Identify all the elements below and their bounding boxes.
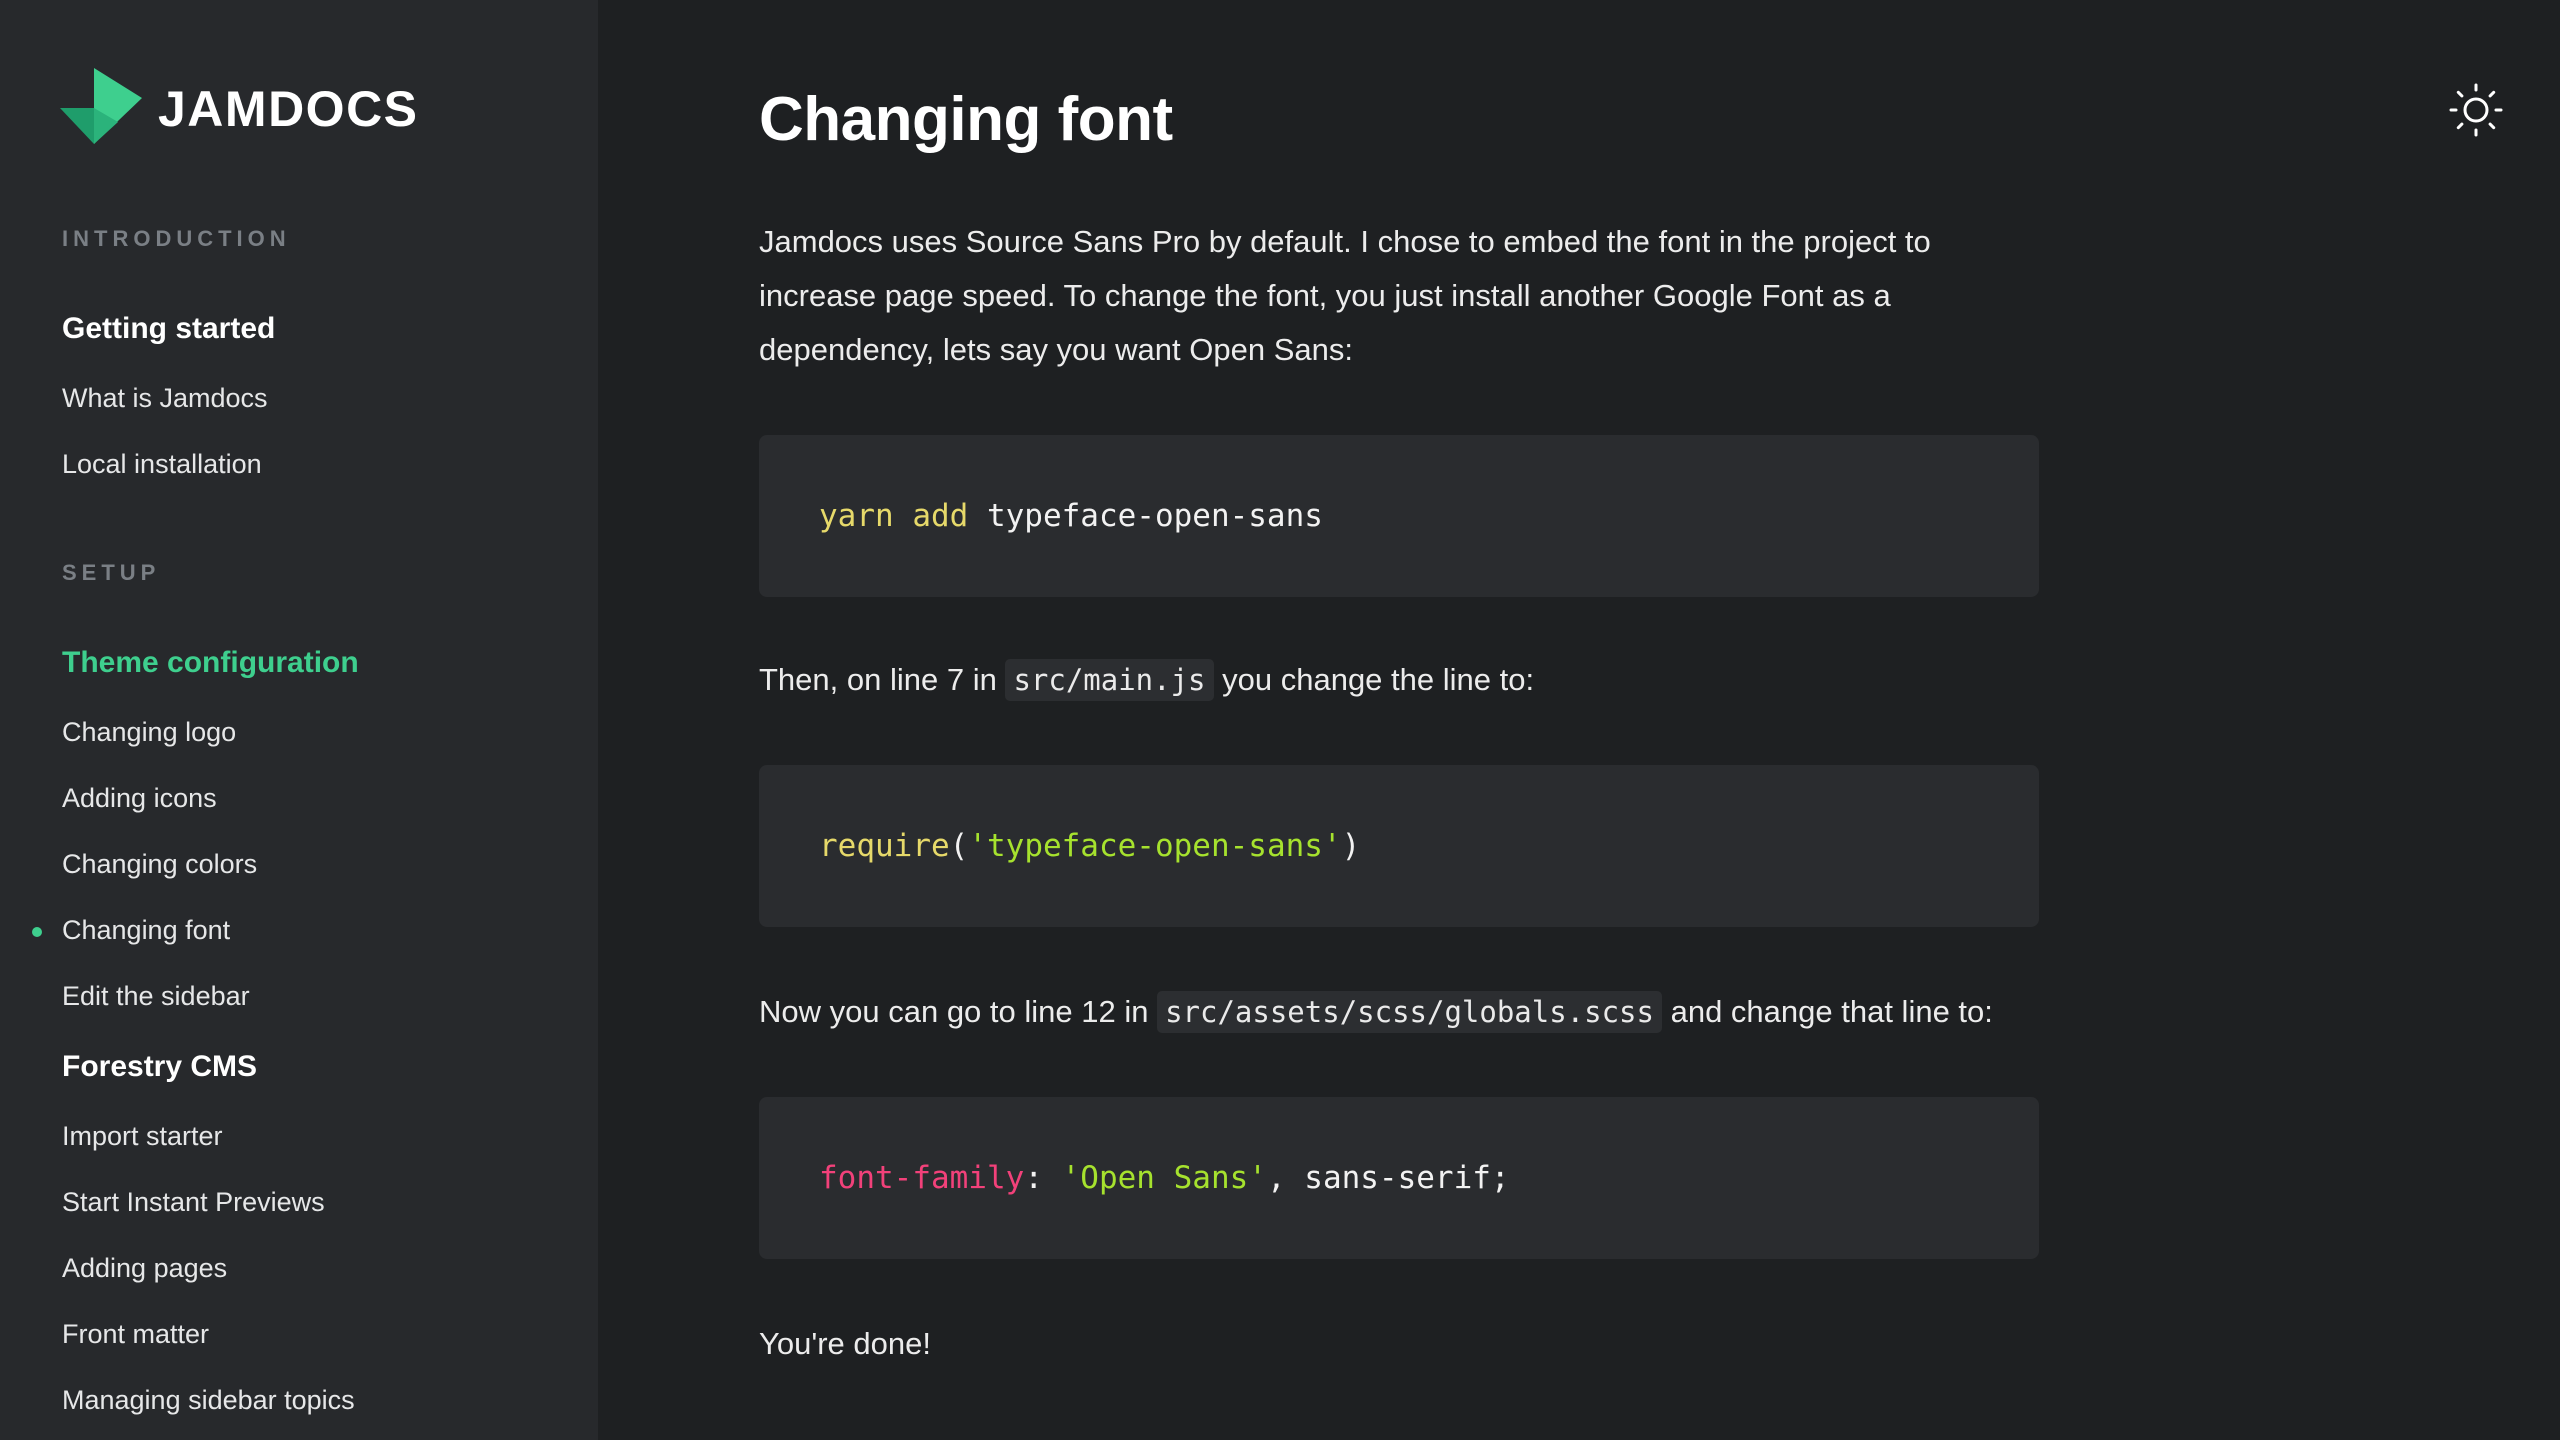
active-indicator-dot — [32, 927, 42, 937]
code-colon: : — [1024, 1160, 1062, 1196]
sidebar-heading-theme-configuration[interactable]: Theme configuration — [62, 646, 359, 680]
theme-toggle-button[interactable] — [2448, 82, 2504, 138]
sidebar-item-front-matter[interactable]: Front matter — [62, 1319, 209, 1350]
code-block-require[interactable]: require('typeface-open-sans') — [759, 765, 2039, 927]
intro-paragraph: Jamdocs uses Source Sans Pro by default.… — [759, 224, 1931, 367]
step-two-text-after: you change the line to: — [1213, 662, 1535, 697]
sidebar-item-changing-font[interactable]: Changing font — [62, 915, 230, 946]
step-three-text-before: Now you can go to line 12 in — [759, 994, 1158, 1029]
section-label-setup: SETUP — [62, 560, 161, 585]
app-window: JAMDOCS INTRODUCTION Getting started Wha… — [0, 0, 2560, 1440]
code-string: 'Open Sans' — [1061, 1160, 1267, 1196]
logo[interactable]: JAMDOCS — [60, 68, 419, 150]
brand-name: JAMDOCS — [158, 81, 419, 137]
sidebar-item-changing-colors[interactable]: Changing colors — [62, 849, 257, 880]
sidebar-item-local-installation[interactable]: Local installation — [62, 449, 262, 480]
sidebar-item-adding-icons[interactable]: Adding icons — [62, 783, 217, 814]
code-block-yarn[interactable]: yarn add typeface-open-sans — [759, 435, 2039, 597]
sidebar-item-what-is-jamdocs[interactable]: What is Jamdocs — [62, 383, 268, 414]
sidebar-heading-getting-started[interactable]: Getting started — [62, 312, 275, 346]
sidebar-item-adding-pages[interactable]: Adding pages — [62, 1253, 227, 1284]
code-paren-open: ( — [949, 828, 969, 864]
inline-code-main-js: src/main.js — [1005, 659, 1214, 701]
sidebar-item-changing-logo[interactable]: Changing logo — [62, 717, 236, 748]
step-three-text-after: and change that line to: — [1661, 994, 1993, 1029]
sidebar-item-import-starter[interactable]: Import starter — [62, 1121, 223, 1152]
code-command: yarn add — [819, 498, 969, 534]
code-function: require — [819, 828, 950, 864]
step-two-paragraph: Then, on line 7 in src/main.js you chang… — [759, 653, 2039, 707]
code-property: font-family — [819, 1160, 1025, 1196]
page-title: Changing font — [759, 85, 1173, 154]
sun-icon — [2449, 83, 2503, 137]
code-rest: , sans-serif; — [1266, 1160, 1510, 1196]
sidebar-item-edit-the-sidebar[interactable]: Edit the sidebar — [62, 981, 250, 1012]
outro-paragraph: You're done! — [759, 1326, 931, 1361]
code-block-font-family[interactable]: font-family: 'Open Sans', sans-serif; — [759, 1097, 2039, 1259]
code-paren-close: ) — [1341, 828, 1361, 864]
sidebar-heading-forestry-cms[interactable]: Forestry CMS — [62, 1050, 257, 1084]
section-label-introduction: INTRODUCTION — [62, 226, 291, 251]
jamdocs-logo-icon — [60, 68, 142, 144]
code-argument: typeface-open-sans — [968, 498, 1323, 534]
code-string: 'typeface-open-sans' — [968, 828, 1342, 864]
sidebar: JAMDOCS INTRODUCTION Getting started Wha… — [0, 0, 598, 1440]
sidebar-item-managing-sidebar-topics[interactable]: Managing sidebar topics — [62, 1385, 355, 1416]
inline-code-globals-scss: src/assets/scss/globals.scss — [1157, 991, 1662, 1033]
step-three-paragraph: Now you can go to line 12 in src/assets/… — [759, 985, 2039, 1039]
step-two-text-before: Then, on line 7 in — [759, 662, 1006, 697]
sidebar-item-start-instant-previews[interactable]: Start Instant Previews — [62, 1187, 325, 1218]
